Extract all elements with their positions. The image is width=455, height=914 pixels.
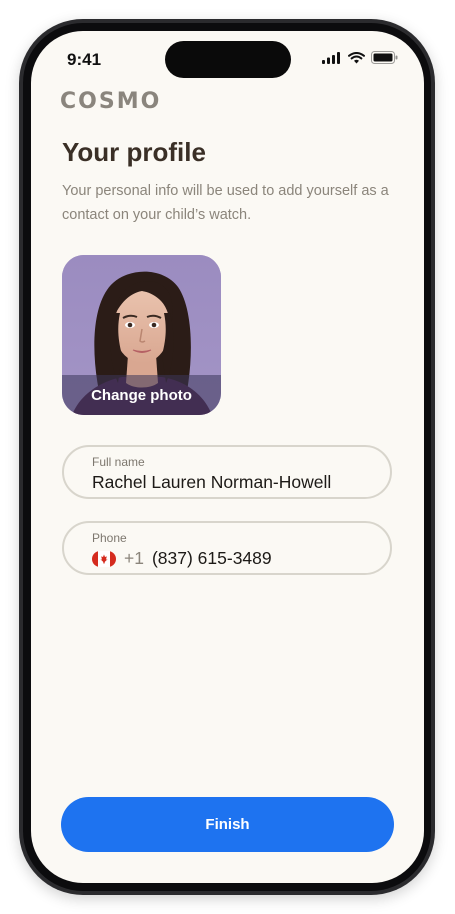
page-title: Your profile — [62, 137, 206, 167]
phone-number-value[interactable]: (837) 615-3489 — [152, 548, 272, 569]
screen: 9:41 COSMO Your profile Your personal in… — [31, 31, 424, 883]
full-name-value[interactable]: Rachel Lauren Norman-Howell — [92, 472, 331, 493]
status-time: 9:41 — [67, 50, 102, 69]
profile-photo[interactable]: Change photo — [62, 255, 221, 415]
country-code[interactable]: +1 — [124, 548, 144, 569]
canada-flag-icon[interactable] — [92, 550, 116, 567]
wifi-icon — [348, 51, 365, 63]
phone-field[interactable]: Phone +1 (837) 615-3489 — [62, 521, 392, 575]
change-photo-label: Change photo — [91, 386, 192, 404]
dynamic-island — [165, 41, 291, 78]
phone-label: Phone — [92, 531, 127, 545]
battery-icon — [371, 51, 398, 64]
full-name-label: Full name — [92, 455, 145, 469]
phone-row: +1 (837) 615-3489 — [92, 548, 272, 569]
status-icons — [322, 51, 398, 64]
finish-button[interactable]: Finish — [61, 797, 394, 852]
change-photo-overlay[interactable]: Change photo — [62, 375, 221, 415]
full-name-field[interactable]: Full name Rachel Lauren Norman-Howell — [62, 445, 392, 499]
brand-logo: COSMO — [60, 89, 162, 114]
signal-icon — [322, 51, 340, 64]
page-subtitle: Your personal info will be used to add y… — [62, 183, 389, 223]
